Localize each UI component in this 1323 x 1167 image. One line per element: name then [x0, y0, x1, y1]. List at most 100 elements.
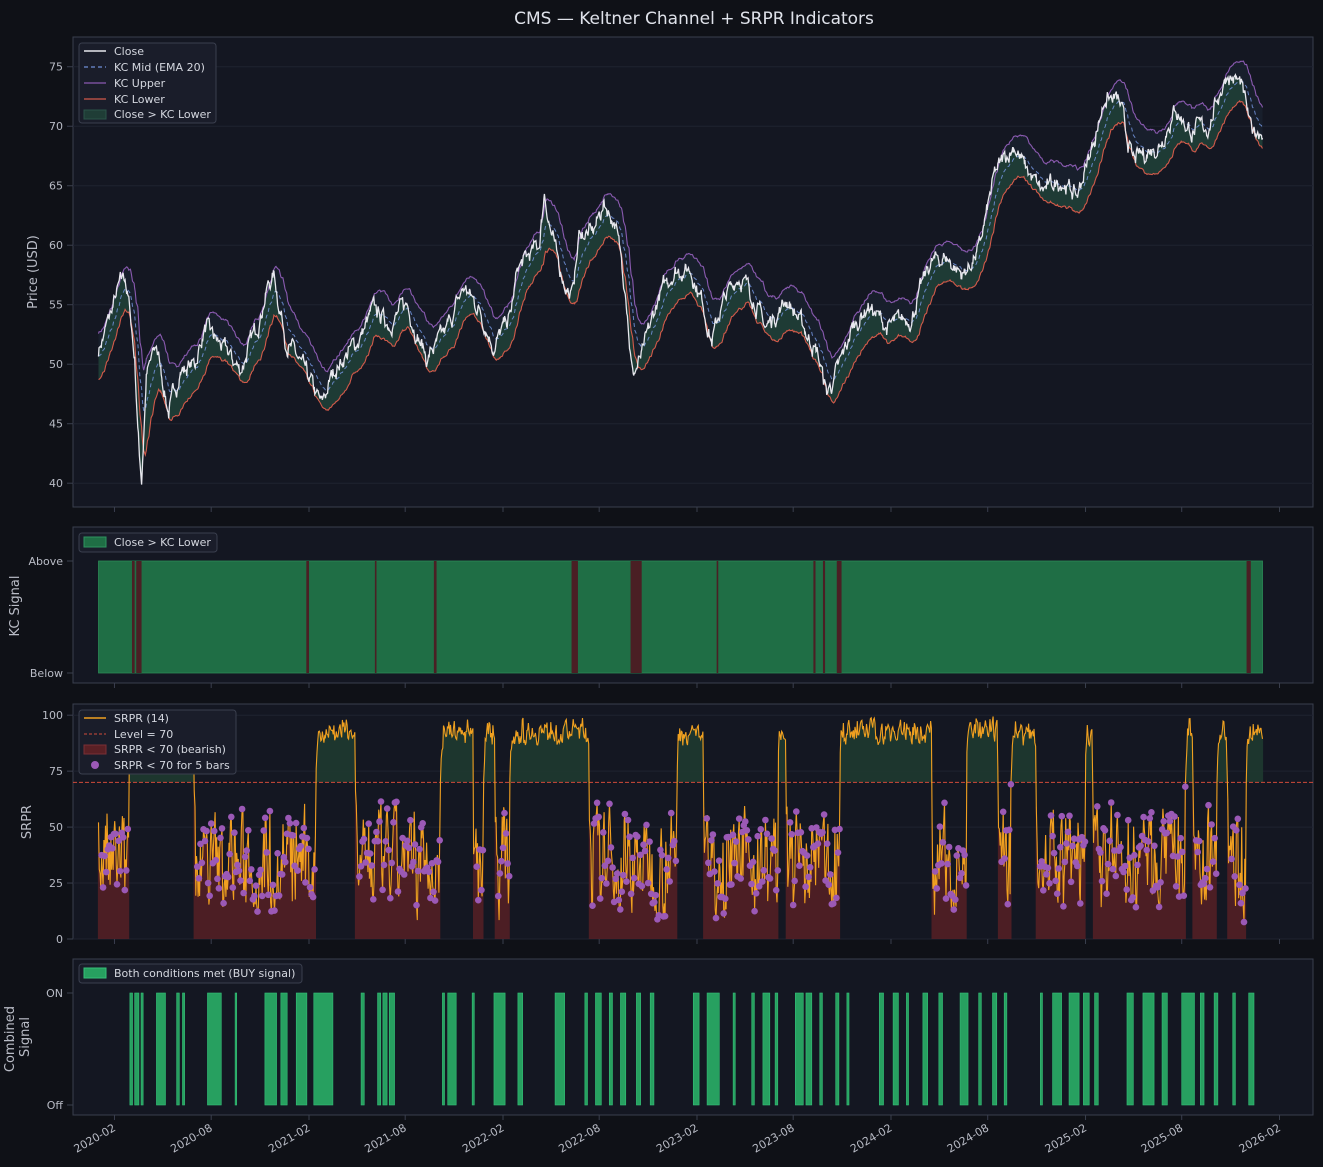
srpr-dot — [1067, 878, 1075, 886]
buy-signal-bar — [382, 992, 388, 1106]
srpr-dot — [745, 836, 752, 843]
srpr-dot — [1117, 843, 1124, 851]
srpr-dot — [1240, 918, 1248, 926]
combined-legend-swatch — [83, 967, 107, 979]
srpr-dot — [819, 829, 826, 836]
srpr-dot — [629, 854, 636, 862]
kc-signal-tick-below: Below — [30, 667, 63, 680]
buy-signal-bar — [1248, 992, 1255, 1106]
srpr-dot — [387, 894, 394, 902]
buy-signal-bar — [620, 992, 627, 1106]
srpr-dot — [1047, 812, 1055, 819]
srpr-dot — [825, 881, 832, 888]
kc-below-region — [716, 561, 719, 673]
buy-signal-bar — [129, 992, 133, 1106]
srpr-dot — [382, 838, 390, 845]
srpr-dot — [124, 825, 132, 833]
srpr-dot — [1140, 813, 1147, 821]
srpr-dot — [228, 813, 235, 821]
kc-signal-legend[interactable]: Close > KC Lower — [78, 532, 218, 553]
srpr-dot — [945, 843, 953, 851]
srpr-dot — [1211, 834, 1218, 842]
srpr-dot — [218, 825, 226, 832]
srpr-dot — [651, 898, 658, 906]
srpr-dot — [652, 891, 660, 899]
srpr-dot — [944, 860, 951, 868]
srpr-dot — [302, 879, 309, 886]
srpr-dot — [1044, 864, 1052, 872]
srpr-dot — [1208, 821, 1215, 828]
buy-signal-bar — [1232, 992, 1236, 1106]
srpr-dot — [833, 894, 840, 902]
srpr-dot — [266, 807, 274, 815]
srpr-legend[interactable]: SRPR (14) Level = 70 SRPR < 70 (bearish)… — [78, 709, 237, 775]
srpr-dot — [671, 837, 678, 845]
srpr-dot — [621, 810, 629, 818]
srpr-dot — [269, 881, 277, 889]
srpr-tick-label: 25 — [49, 877, 63, 890]
srpr-dot — [1064, 828, 1072, 836]
srpr-dot — [282, 858, 289, 866]
srpr-dot — [1101, 827, 1109, 834]
kc-signal-bars — [98, 560, 1263, 674]
srpr-dot — [1050, 849, 1058, 857]
srpr-dot — [613, 870, 621, 877]
srpr-dot — [305, 845, 312, 853]
srpr-dot — [760, 867, 768, 874]
srpr-dot — [603, 880, 610, 887]
srpr-dot — [1234, 815, 1242, 823]
srpr-dot — [385, 846, 393, 854]
price-tick-label: 40 — [49, 477, 63, 490]
price-panel: 40 45 50 55 60 65 70 75 Price (USD) Close KC Mi… — [26, 36, 1314, 508]
price-tick-label: 45 — [49, 418, 63, 431]
srpr-dot — [1114, 811, 1121, 819]
srpr-dot — [604, 857, 612, 865]
srpr-dot — [796, 862, 803, 869]
kc-below-region — [836, 561, 842, 673]
srpr-dot — [1097, 849, 1104, 856]
srpr-dot — [757, 826, 765, 833]
srpr-dot — [1131, 851, 1138, 859]
srpr-dot — [498, 857, 505, 865]
srpr-dot — [377, 798, 385, 805]
buy-signal-bar — [156, 992, 166, 1106]
srpr-dot — [1206, 884, 1214, 891]
srpr-dot — [1098, 877, 1106, 885]
srpr-dot — [759, 878, 766, 885]
srpr-y-label: SRPR — [20, 805, 35, 839]
srpr-dot — [797, 829, 805, 836]
combined-legend[interactable]: Both conditions met (BUY signal) — [78, 963, 303, 984]
srpr-dot — [1237, 899, 1245, 907]
buy-signal-bar — [846, 992, 850, 1106]
price-legend[interactable]: Close KC Mid (EMA 20) KC Upper KC Lower … — [78, 42, 217, 124]
buy-signal-bar — [493, 992, 506, 1106]
srpr-dot — [400, 871, 408, 878]
srpr-dot — [766, 875, 774, 882]
srpr-dot — [950, 906, 958, 913]
srpr-dot — [742, 818, 749, 825]
srpr-dot — [606, 800, 613, 808]
srpr-dot — [212, 856, 220, 864]
srpr-dot — [1124, 816, 1132, 824]
srpr-dot — [748, 880, 755, 888]
price-tick-label: 65 — [49, 180, 63, 193]
buy-signal-bar — [1142, 992, 1155, 1106]
srpr-dot — [261, 814, 269, 822]
srpr-dot — [220, 899, 227, 907]
srpr-dot — [379, 886, 386, 894]
srpr-dot — [407, 816, 414, 824]
buy-signal-bar — [959, 992, 969, 1106]
kc-below-region — [1246, 561, 1251, 673]
srpr-dot — [1060, 903, 1067, 910]
srpr-dot — [595, 813, 602, 821]
srpr-dot — [303, 834, 311, 842]
srpr-dot — [217, 834, 224, 842]
combined-y-label-line2: Signal — [18, 1017, 33, 1057]
kc-below-region — [131, 561, 135, 673]
buy-signal-bar — [906, 992, 909, 1106]
srpr-dot — [479, 846, 487, 854]
srpr-dot — [1228, 855, 1235, 863]
srpr-dot — [802, 883, 809, 890]
srpr-dot — [373, 828, 380, 836]
srpr-dot — [939, 839, 947, 846]
